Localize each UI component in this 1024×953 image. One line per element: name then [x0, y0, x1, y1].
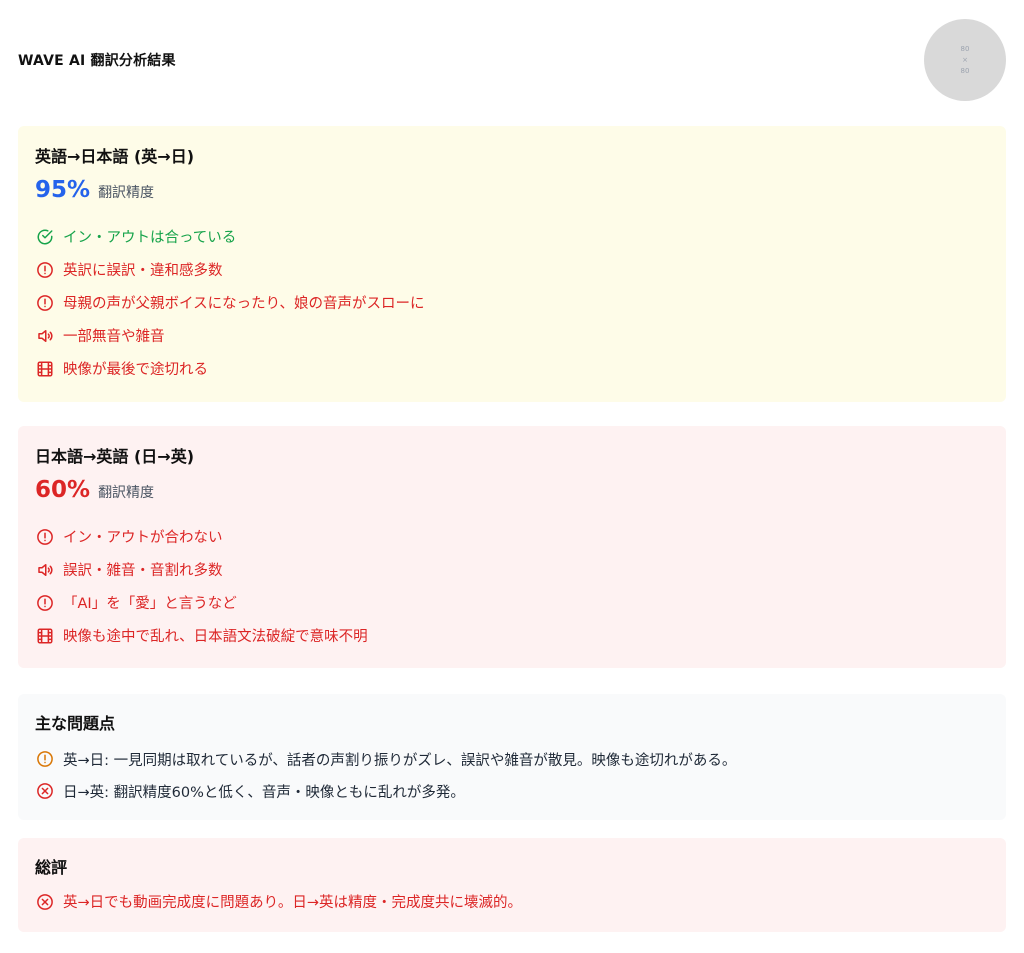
finding-text: 英訳に誤訳・違和感多数	[63, 263, 223, 279]
avatar-size-label: 80	[960, 44, 970, 53]
summary-card: 総評 英→日でも動画完成度に問題あり。日→英は精度・完成度共に壊滅的。	[18, 838, 1006, 932]
check-circle-icon	[35, 227, 55, 247]
finding-item: 一部無音や雑音	[35, 319, 989, 352]
alert-circle-icon	[35, 527, 55, 547]
speaker-icon	[35, 560, 55, 580]
finding-text: 映像も途中で乱れ、日本語文法破綻で意味不明	[63, 629, 368, 645]
film-icon	[35, 359, 55, 379]
page: WAVE AI 翻訳分析結果 80 × 80 英語→日本語 (英→日) 95% …	[0, 0, 1024, 953]
x-circle-icon	[35, 781, 55, 801]
ja-en-card: 日本語→英語 (日→英) 60% 翻訳精度 イン・アウトが合わない 誤訳・雑音・…	[18, 426, 1006, 668]
finding-text: 一部無音や雑音	[63, 329, 165, 345]
finding-item: 映像が最後で途切れる	[35, 352, 989, 385]
alert-circle-icon	[35, 293, 55, 313]
page-title: WAVE AI 翻訳分析結果	[18, 53, 176, 69]
score-row: 60% 翻訳精度	[35, 477, 989, 509]
issue-text: 日→英: 翻訳精度60%と低く、音声・映像ともに乱れが多発。	[63, 784, 465, 801]
card-title: 英語→日本語 (英→日)	[35, 147, 195, 166]
finding-item: 英訳に誤訳・違和感多数	[35, 253, 989, 286]
card-title: 主な問題点	[35, 714, 116, 733]
issue-list: 英→日: 一見同期は取れているが、話者の声割り振りがズレ、誤訳や雑音が散見。映像…	[35, 743, 989, 807]
finding-text: イン・アウトが合わない	[63, 530, 223, 546]
issue-item: 日→英: 翻訳精度60%と低く、音声・映像ともに乱れが多発。	[35, 775, 989, 807]
header: WAVE AI 翻訳分析結果 80 × 80	[18, 0, 1006, 126]
issue-item: 英→日: 一見同期は取れているが、話者の声割り振りがズレ、誤訳や雑音が散見。映像…	[35, 743, 989, 775]
alert-circle-icon	[35, 593, 55, 613]
accuracy-score: 60%	[35, 477, 91, 503]
finding-text: 誤訳・雑音・音割れ多数	[63, 563, 223, 579]
card-title: 日本語→英語 (日→英)	[35, 447, 195, 466]
summary-item: 英→日でも動画完成度に問題あり。日→英は精度・完成度共に壊滅的。	[35, 885, 989, 918]
finding-text: 映像が最後で途切れる	[63, 362, 208, 378]
summary-text: 英→日でも動画完成度に問題あり。日→英は精度・完成度共に壊滅的。	[63, 895, 523, 911]
finding-item: 母親の声が父親ボイスになったり、娘の音声がスローに	[35, 286, 989, 319]
finding-item: 「AI」を「愛」と言うなど	[35, 586, 989, 619]
issue-text: 英→日: 一見同期は取れているが、話者の声割り振りがズレ、誤訳や雑音が散見。映像…	[63, 752, 737, 769]
finding-list: イン・アウトは合っている 英訳に誤訳・違和感多数 母親の声が父親ボイスになったり…	[35, 220, 989, 385]
finding-text: 「AI」を「愛」と言うなど	[63, 596, 237, 612]
card-title: 総評	[35, 858, 68, 877]
finding-item: 誤訳・雑音・音割れ多数	[35, 553, 989, 586]
avatar-size-separator: ×	[962, 55, 968, 64]
finding-list: イン・アウトが合わない 誤訳・雑音・音割れ多数 「AI」を「愛」と言うなど 映像…	[35, 520, 989, 652]
finding-text: イン・アウトは合っている	[63, 230, 237, 246]
issues-card: 主な問題点 英→日: 一見同期は取れているが、話者の声割り振りがズレ、誤訳や雑音…	[18, 694, 1006, 820]
summary-list: 英→日でも動画完成度に問題あり。日→英は精度・完成度共に壊滅的。	[35, 885, 989, 918]
film-icon	[35, 626, 55, 646]
alert-circle-icon	[35, 749, 55, 769]
alert-circle-icon	[35, 260, 55, 280]
en-ja-card: 英語→日本語 (英→日) 95% 翻訳精度 イン・アウトは合っている 英訳に誤訳…	[18, 126, 1006, 402]
finding-text: 母親の声が父親ボイスになったり、娘の音声がスローに	[63, 296, 425, 312]
accuracy-score: 95%	[35, 177, 91, 203]
accuracy-label: 翻訳精度	[98, 185, 155, 201]
x-circle-icon	[35, 892, 55, 912]
avatar-placeholder: 80 × 80	[924, 19, 1006, 101]
speaker-icon	[35, 326, 55, 346]
accuracy-label: 翻訳精度	[98, 485, 155, 501]
finding-item: イン・アウトが合わない	[35, 520, 989, 553]
finding-item: イン・アウトは合っている	[35, 220, 989, 253]
finding-item: 映像も途中で乱れ、日本語文法破綻で意味不明	[35, 619, 989, 652]
score-row: 95% 翻訳精度	[35, 177, 989, 209]
avatar-size-label: 80	[960, 66, 970, 75]
